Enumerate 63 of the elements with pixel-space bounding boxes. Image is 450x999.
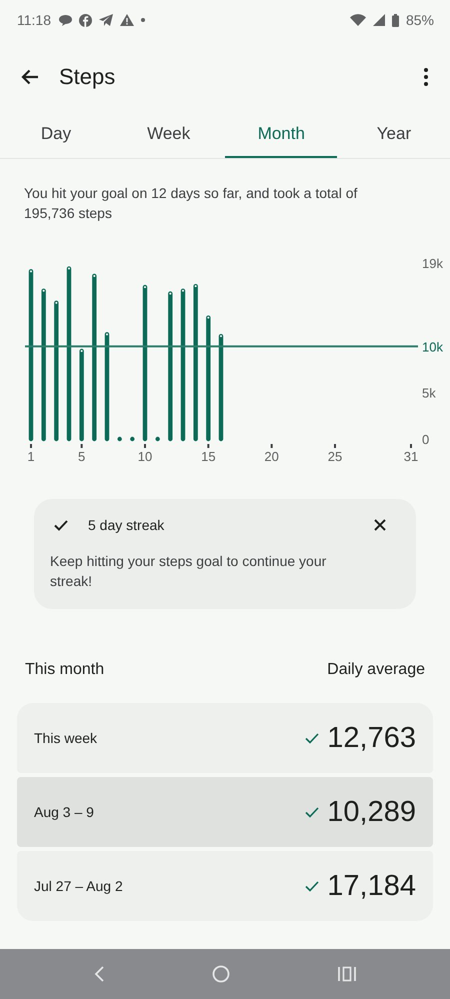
tab[interactable]: Month: [225, 114, 338, 158]
column-label: Daily average: [327, 661, 425, 679]
more-options-icon[interactable]: [424, 68, 428, 86]
send-icon: [99, 14, 113, 26]
week-row[interactable]: Aug 3 – 9 10,289: [17, 777, 433, 847]
bar-top-dot: [42, 290, 45, 292]
week-label: This week: [34, 730, 98, 746]
battery-icon: [392, 14, 399, 26]
page-title: Steps: [59, 64, 116, 90]
axis-label: 0: [422, 432, 430, 447]
axis-label: 31: [404, 449, 418, 464]
dot-icon: [141, 18, 145, 22]
bar-top-dot: [55, 302, 58, 304]
axis-label: 10: [138, 449, 152, 464]
tab[interactable]: Year: [338, 114, 450, 158]
axis-label: 20: [264, 449, 279, 464]
tick-mark: [270, 444, 273, 448]
summary-text: You hit your goal on 12 days so far, and took a total of 195,736 steps: [24, 184, 358, 223]
tick-mark: [207, 444, 210, 448]
check-icon: [54, 520, 68, 530]
tick-mark: [144, 444, 146, 448]
status-time: 11:18: [17, 12, 51, 28]
bar-top-dot: [207, 316, 210, 319]
week-row[interactable]: This week 12,763: [17, 703, 433, 773]
axis-label: 15: [201, 449, 216, 464]
recents-icon[interactable]: [338, 966, 356, 982]
streak-title: 5 day streak: [88, 517, 164, 533]
zero-day-marker: [117, 436, 122, 442]
streak-message: Keep hitting your steps goal to continue your streak!: [50, 552, 328, 591]
tick-mark: [410, 444, 412, 448]
axis-label: 10k: [422, 339, 443, 354]
axis-label: 19k: [422, 256, 443, 271]
daily-average: 17,184: [327, 870, 416, 902]
tab[interactable]: Week: [112, 114, 225, 158]
warning-icon: [120, 14, 134, 26]
tick-mark: [80, 444, 83, 448]
chat-bubble-icon: [59, 14, 72, 26]
section-title: This month: [25, 661, 104, 679]
tick-mark: [334, 444, 336, 448]
daily-average: 10,289: [327, 796, 416, 828]
tab[interactable]: Day: [0, 114, 112, 158]
close-icon[interactable]: [374, 519, 386, 531]
bar-top-dot: [169, 292, 172, 295]
axis-label: 5: [78, 449, 86, 464]
circle-f-icon: [79, 14, 92, 26]
battery-percent: 85%: [406, 12, 434, 28]
axis-label: 1: [27, 449, 35, 464]
bar-top-dot: [93, 274, 96, 277]
zero-day-marker: [130, 436, 135, 442]
wifi-icon: [350, 14, 366, 26]
zero-day-marker: [155, 436, 160, 442]
daily-average: 12,763: [327, 722, 416, 754]
axis-label: 5k: [422, 386, 436, 401]
bar-top-dot: [194, 285, 197, 288]
week-label: Jul 27 – Aug 2: [34, 878, 123, 894]
home-icon[interactable]: [212, 965, 230, 983]
back-arrow-icon[interactable]: [21, 69, 39, 85]
week-row[interactable]: Jul 27 – Aug 2 17,184: [17, 851, 433, 921]
back-icon[interactable]: [94, 966, 104, 982]
signal-icon: [372, 14, 385, 26]
axis-label: 25: [328, 449, 342, 464]
tick-mark: [30, 444, 32, 448]
week-label: Aug 3 – 9: [34, 804, 94, 820]
